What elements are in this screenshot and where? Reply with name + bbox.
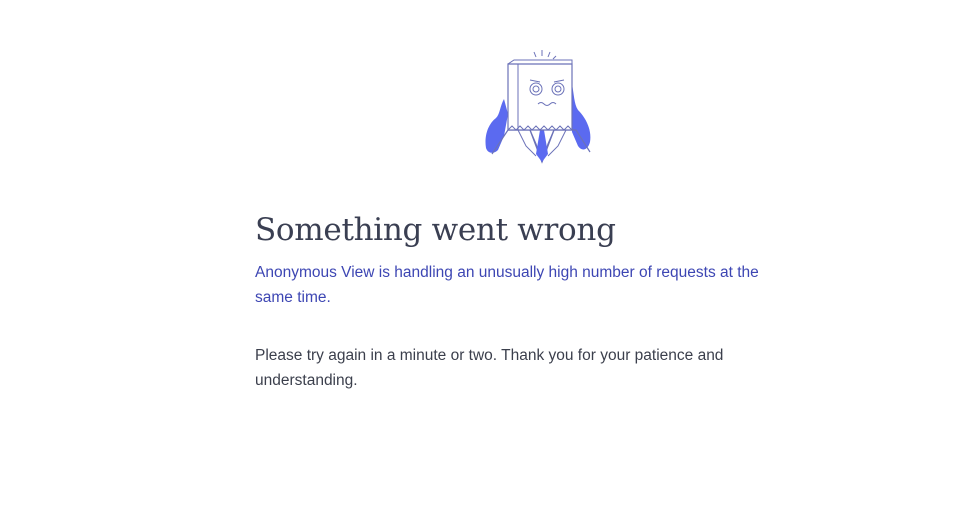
stressed-person-paper-bag-icon [478, 44, 600, 170]
error-title: Something went wrong [255, 212, 616, 248]
error-message: Please try again in a minute or two. Tha… [255, 347, 724, 389]
error-subtitle: Anonymous View is handling an unusually … [255, 264, 759, 306]
error-page: Something went wrong Anonymous View is h… [0, 0, 958, 506]
error-content: Something went wrong Anonymous View is h… [255, 208, 815, 393]
